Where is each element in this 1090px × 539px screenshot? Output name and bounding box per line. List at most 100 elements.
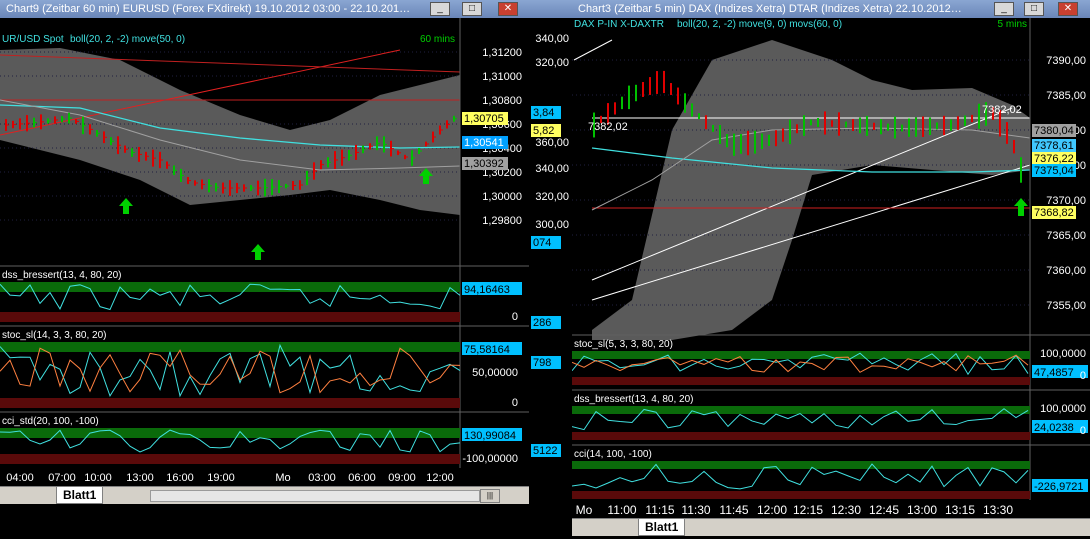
panel-tick: 100,0000 (1040, 403, 1086, 415)
indicator-panel-label: dss_bressert(13, 4, 80, 20) (574, 394, 694, 405)
price-tag-label: 1,30705 (464, 113, 504, 125)
indicator-value: 24,0238 (1034, 422, 1074, 434)
partial-tag-label: 798 (533, 357, 551, 369)
right-chart-area[interactable]: 7382,02 7382,02 DAX P-IN X-DAXTR boll(20, 2… (572, 0, 1090, 539)
buy-arrow-icon (1014, 198, 1028, 216)
time-tick-label: 10:00 (84, 472, 112, 484)
price-tag-label: 7376,22 (1034, 153, 1074, 165)
partial-tick-label: 340,00 (535, 33, 569, 45)
time-tick-label: 13:00 (907, 503, 937, 517)
panel-tick: 100,0000 (1040, 348, 1086, 360)
time-tick-label: 12:15 (793, 503, 823, 517)
indicator-label: boll(20, 2, -2) move(9, 0) movs(60, 0) (677, 19, 842, 30)
partial-tick-label: 320,00 (535, 57, 569, 69)
overbought-zone (572, 461, 1030, 469)
timeframe-label: 5 mins (998, 19, 1027, 30)
time-tick-label: 12:45 (869, 503, 899, 517)
time-tick-label: 16:00 (166, 472, 194, 484)
overbought-zone (572, 351, 1030, 359)
middle-chart-strip: 340,00 320,00 360,00 340,00 320,00 300,00 3,84… (531, 33, 569, 457)
indicator-value: 94,16463 (464, 284, 510, 296)
panel-tick: 50,00000 (472, 367, 518, 379)
time-tick-label: 09:00 (388, 472, 416, 484)
price-tick-label: 7360,00 (1046, 265, 1086, 277)
time-tick-label: 13:15 (945, 503, 975, 517)
time-tick-label: 06:00 (348, 472, 376, 484)
partial-tag-label: 074 (533, 237, 551, 249)
price-tick-label: 7365,00 (1046, 230, 1086, 242)
price-tick-label: 1,29800 (482, 215, 522, 227)
time-tick-label: 11:15 (645, 503, 674, 517)
time-tick-label: 19:00 (207, 472, 235, 484)
left-chart-window[interactable]: Chart9 (Zeitbar 60 min) EURUSD (Forex FX… (0, 0, 529, 539)
oversold-zone (0, 312, 460, 322)
oversold-zone (0, 454, 460, 464)
partial-tick-label: 320,00 (535, 191, 569, 203)
price-tick-label: 1,31000 (482, 71, 522, 83)
price-tick-label: 1,30000 (482, 191, 522, 203)
indicator-value: 130,99084 (464, 430, 516, 442)
price-annotation: 7382,02 (588, 121, 628, 133)
overbought-zone (0, 282, 460, 292)
horizontal-scrollbar[interactable] (150, 490, 480, 502)
time-tick-label: 11:45 (719, 503, 748, 517)
price-tag-label: 7375,04 (1034, 165, 1074, 177)
indicator-panel-label: stoc_sl(14, 3, 3, 80, 20) (2, 330, 107, 341)
panel-tick: 0 (1080, 425, 1086, 437)
time-tick-label: 12:00 (757, 503, 787, 517)
partial-tick-label: 340,00 (535, 163, 569, 175)
price-tag-label: 1,30541 (464, 137, 504, 149)
timeframe-label: 60 mins (420, 34, 455, 45)
oversold-zone (0, 398, 460, 408)
price-tag-label: 7368,82 (1034, 207, 1074, 219)
time-tick-label: Mo (275, 472, 290, 484)
time-tick-label: 07:00 (48, 472, 76, 484)
price-tick-label: 7355,00 (1046, 300, 1086, 312)
partial-tick-label: 300,00 (535, 219, 569, 231)
panel-tick: 0 (1080, 370, 1086, 382)
price-tag-label: 7380,04 (1034, 125, 1074, 137)
price-tick-label: 7385,00 (1046, 90, 1086, 102)
oversold-zone (572, 491, 1030, 499)
right-chart-window[interactable]: Chart3 (Zeitbar 5 min) DAX (Indizes Xetr… (572, 0, 1090, 539)
oversold-zone (572, 377, 1030, 385)
time-tick-label: 03:00 (308, 472, 336, 484)
indicator-value: -226,9721 (1034, 481, 1084, 493)
partial-tag-label: 5122 (533, 445, 557, 457)
indicator-line (0, 343, 461, 398)
indicator-panel-label: cci_std(20, 100, -100) (2, 416, 99, 427)
middle-chart-window[interactable]: 340,00 320,00 360,00 340,00 320,00 300,00 3,84… (529, 0, 572, 539)
partial-tag-label: 5,82 (533, 125, 554, 137)
price-tick-label: 7390,00 (1046, 55, 1086, 67)
overbought-zone (0, 342, 460, 352)
trend-line (573, 39, 613, 61)
instrument-label: UR/USD Spot (2, 34, 64, 45)
price-tick-label: 1,31200 (482, 47, 522, 59)
desktop: 340,00 320,00 360,00 340,00 320,00 300,00 3,84… (0, 0, 1090, 539)
right-sheet-bar: Blatt1 (572, 518, 1090, 536)
time-tick-label: 11:30 (681, 503, 710, 517)
time-tick-label: 11:00 (607, 503, 636, 517)
left-sheet-bar: Blatt1 ||| (0, 486, 529, 504)
indicator-panel-label: stoc_sl(5, 3, 3, 80, 20) (574, 339, 673, 350)
left-chart-area[interactable]: UR/USD Spot boll(20, 2, -2) move(50, 0) 60… (0, 0, 529, 539)
time-tick-label: 04:00 (6, 472, 34, 484)
panel-tick: 0 (512, 311, 518, 323)
scroll-thumb[interactable]: ||| (480, 489, 500, 503)
instrument-label: DAX P-IN X-DAXTR (574, 19, 664, 30)
indicator-panel-label: dss_bressert(13, 4, 80, 20) (2, 270, 122, 281)
sheet-tab-blatt1[interactable]: Blatt1 (56, 487, 104, 504)
sheet-tab-blatt1[interactable]: Blatt1 (638, 519, 686, 536)
price-tag-label: 7378,61 (1034, 140, 1074, 152)
time-tick-label: Mo (576, 503, 593, 517)
price-tick-label: 1,30800 (482, 95, 522, 107)
indicator-panel-label: cci(14, 100, -100) (574, 449, 652, 460)
panel-tick: 0 (512, 397, 518, 409)
time-tick-label: 12:00 (426, 472, 454, 484)
partial-tag-label: 3,84 (533, 107, 554, 119)
panel-tick: -100,00000 (462, 453, 518, 465)
indicator-value: 75,58164 (464, 344, 510, 356)
price-tick-label: 7370,00 (1046, 195, 1086, 207)
time-tick-label: 13:30 (983, 503, 1013, 517)
partial-tag-label: 286 (533, 317, 551, 329)
